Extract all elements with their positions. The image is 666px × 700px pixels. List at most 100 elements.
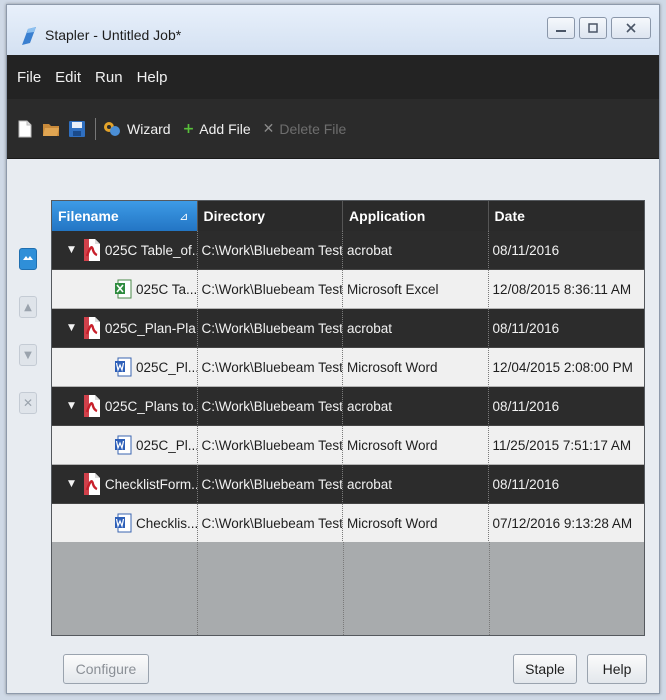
word-icon: [115, 435, 132, 455]
row-tools: ▲ ▼ ✕: [19, 248, 37, 440]
table-row-source[interactable]: Checklis... C:\Work\Bluebeam Test... Micro…: [52, 504, 644, 543]
collapse-arrow-icon[interactable]: ▼: [68, 479, 75, 489]
staple-button[interactable]: Staple: [513, 654, 577, 684]
file-grid: Filename ⊿ Directory Application Date ▼ 0…: [51, 200, 645, 636]
empty-column: [344, 542, 490, 635]
date-cell: 12/08/2015 8:36:11 AM: [488, 270, 644, 309]
help-button[interactable]: Help: [587, 654, 647, 684]
column-label: Filename: [58, 208, 119, 224]
column-header-application[interactable]: Application: [343, 201, 489, 231]
save-icon: [69, 120, 85, 137]
filename-cell: Checklis...: [52, 504, 198, 543]
window-title: Stapler - Untitled Job*: [45, 27, 182, 43]
close-button[interactable]: [611, 17, 651, 39]
new-file-icon: [18, 120, 32, 137]
configure-label: Configure: [75, 661, 137, 677]
grid-body: ▼ 025C Table_of... C:\Work\Bluebeam Test..…: [52, 231, 644, 543]
wizard-button[interactable]: Wizard: [102, 119, 171, 139]
title-bar[interactable]: Stapler - Untitled Job*: [7, 5, 659, 55]
date-cell: 08/11/2016: [488, 465, 644, 504]
menu-help[interactable]: Help: [137, 69, 168, 86]
application-cell: Microsoft Word: [343, 426, 489, 465]
pdf-icon: [83, 239, 100, 261]
directory-cell: C:\Work\Bluebeam Test...: [197, 270, 344, 309]
filename-text: 025C_Pl...: [136, 437, 198, 453]
save-button[interactable]: [67, 117, 87, 141]
word-icon: [115, 513, 132, 533]
date-cell: 07/12/2016 9:13:28 AM: [488, 504, 644, 543]
configure-button[interactable]: Configure: [63, 654, 149, 684]
collapse-arrow-icon[interactable]: ▼: [68, 245, 75, 255]
application-cell: Microsoft Word: [343, 348, 489, 387]
toolbar-separator: [95, 117, 96, 140]
filename-cell: ▼ 025C Table_of...: [52, 231, 198, 270]
pdf-icon: [83, 473, 100, 495]
add-file-label: Add File: [199, 120, 251, 137]
restore-icon: [588, 23, 598, 33]
table-row-source[interactable]: 025C_Pl... C:\Work\Bluebeam Test... Micros…: [52, 426, 644, 465]
table-row-pdf[interactable]: ▼ 025C_Plan-Pla... C:\Work\Bluebeam Test..…: [52, 309, 644, 348]
table-row-source[interactable]: 025C Ta... C:\Work\Bluebeam Test... Micros…: [52, 270, 644, 309]
collapse-arrow-icon[interactable]: ▼: [68, 401, 75, 411]
remove-row-button[interactable]: ✕: [19, 392, 37, 414]
directory-cell: C:\Work\Bluebeam Test...: [197, 231, 344, 270]
column-label: Application: [349, 208, 426, 224]
date-cell: 08/11/2016: [488, 231, 644, 270]
menu-run[interactable]: Run: [95, 69, 123, 86]
filename-cell: 025C_Pl...: [52, 348, 198, 387]
application-cell: acrobat: [343, 231, 489, 270]
staple-label: Staple: [525, 661, 565, 677]
sort-ascending-icon: ⊿: [179, 209, 189, 223]
filename-text: 025C_Plan-Pla...: [104, 320, 198, 336]
arrow-up-icon: ▲: [24, 301, 32, 313]
table-row-pdf[interactable]: ▼ 025C Table_of... C:\Work\Bluebeam Test..…: [52, 231, 644, 270]
delete-file-button[interactable]: ✕ Delete File: [263, 121, 347, 137]
remove-x-icon: ✕: [22, 396, 34, 410]
menu-bar: File Edit Run Help: [7, 55, 659, 99]
date-cell: 08/11/2016: [488, 309, 644, 348]
date-cell: 11/25/2015 7:51:17 AM: [488, 426, 644, 465]
column-header-directory[interactable]: Directory: [198, 201, 344, 231]
excel-icon: [115, 279, 132, 299]
table-row-pdf[interactable]: ▼ 025C_Plans to... C:\Work\Bluebeam Test..…: [52, 387, 644, 426]
filename-cell: ▼ 025C_Plan-Pla...: [52, 309, 198, 348]
new-file-button[interactable]: [15, 117, 35, 141]
minimize-button[interactable]: [547, 17, 575, 39]
menu-file[interactable]: File: [17, 69, 41, 86]
add-file-button[interactable]: + Add File: [183, 121, 251, 137]
filename-text: 025C Ta...: [136, 281, 198, 297]
table-row-pdf[interactable]: ▼ ChecklistForm.... C:\Work\Bluebeam Test.…: [52, 465, 644, 504]
application-cell: acrobat: [343, 387, 489, 426]
delete-x-icon: ✕: [262, 120, 275, 137]
move-up-button[interactable]: ▲: [19, 296, 37, 318]
move-down-button[interactable]: ▼: [19, 344, 37, 366]
toolbar: Wizard + Add File ✕ Delete File: [7, 99, 659, 159]
open-button[interactable]: [41, 117, 61, 141]
wizard-label: Wizard: [127, 120, 171, 137]
minimize-icon: [556, 30, 566, 32]
restore-button[interactable]: [579, 17, 607, 39]
grid-header: Filename ⊿ Directory Application Date: [52, 201, 644, 231]
table-row-source[interactable]: 025C_Pl... C:\Work\Bluebeam Test... Micros…: [52, 348, 644, 387]
directory-cell: C:\Work\Bluebeam Test...: [197, 504, 344, 543]
pdf-icon: [83, 317, 100, 339]
date-cell: 08/11/2016: [488, 387, 644, 426]
arrow-down-icon: ▼: [24, 349, 32, 361]
filename-cell: 025C Ta...: [52, 270, 198, 309]
column-header-filename[interactable]: Filename ⊿: [52, 201, 198, 231]
filename-text: 025C_Plans to...: [104, 398, 198, 414]
menu-edit[interactable]: Edit: [55, 69, 81, 86]
stapler-window: Stapler - Untitled Job* File Edit Run He…: [6, 4, 660, 694]
directory-cell: C:\Work\Bluebeam Test...: [197, 426, 344, 465]
expand-collapse-button[interactable]: [19, 248, 37, 270]
directory-cell: C:\Work\Bluebeam Test...: [197, 465, 344, 504]
empty-column: [198, 542, 344, 635]
filename-cell: ▼ ChecklistForm....: [52, 465, 198, 504]
filename-text: 025C_Pl...: [136, 359, 198, 375]
filename-text: 025C Table_of...: [104, 242, 198, 258]
application-cell: Microsoft Word: [343, 504, 489, 543]
column-header-date[interactable]: Date: [489, 201, 644, 231]
pdf-icon: [83, 395, 100, 417]
filename-cell: ▼ 025C_Plans to...: [52, 387, 198, 426]
collapse-arrow-icon[interactable]: ▼: [68, 323, 75, 333]
